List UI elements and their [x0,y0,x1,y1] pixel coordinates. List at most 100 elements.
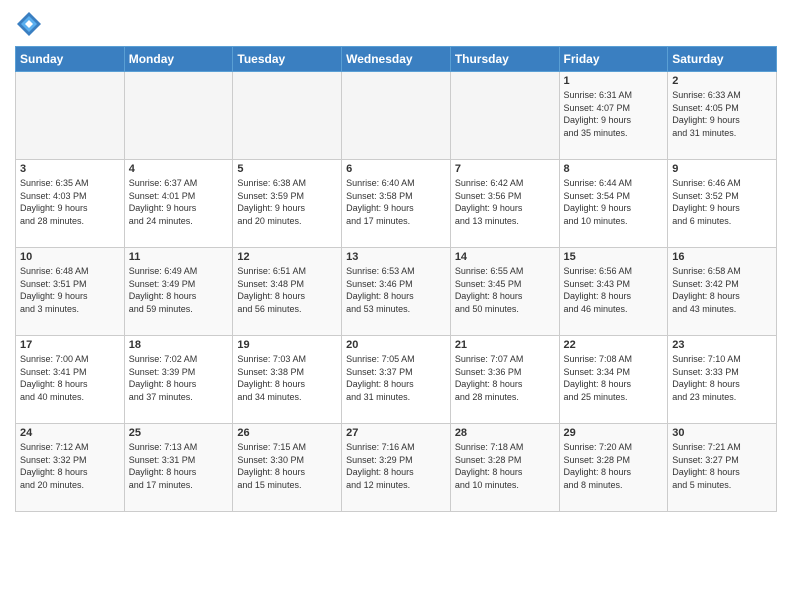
day-number: 28 [455,427,555,439]
calendar-cell: 1 Sunrise: 6:31 AM Sunset: 4:07 PM Daylig… [559,72,668,160]
calendar-cell: 3 Sunrise: 6:35 AM Sunset: 4:03 PM Daylig… [16,160,125,248]
calendar-cell: 11 Sunrise: 6:49 AM Sunset: 3:49 PM Dayli… [124,248,233,336]
calendar-week-5: 24 Sunrise: 7:12 AM Sunset: 3:32 PM Dayli… [16,424,777,512]
day-info: Sunrise: 7:00 AM Sunset: 3:41 PM Dayligh… [20,353,120,403]
calendar-week-2: 3 Sunrise: 6:35 AM Sunset: 4:03 PM Daylig… [16,160,777,248]
calendar-table: SundayMondayTuesdayWednesdayThursdayFrid… [15,46,777,512]
day-info: Sunrise: 6:40 AM Sunset: 3:58 PM Dayligh… [346,177,446,227]
day-info: Sunrise: 6:38 AM Sunset: 3:59 PM Dayligh… [237,177,337,227]
day-number: 22 [564,339,664,351]
day-number: 19 [237,339,337,351]
day-number: 16 [672,251,772,263]
calendar-cell: 4 Sunrise: 6:37 AM Sunset: 4:01 PM Daylig… [124,160,233,248]
day-number: 15 [564,251,664,263]
day-info: Sunrise: 7:10 AM Sunset: 3:33 PM Dayligh… [672,353,772,403]
calendar-cell: 25 Sunrise: 7:13 AM Sunset: 3:31 PM Dayli… [124,424,233,512]
day-number: 14 [455,251,555,263]
header [15,10,777,38]
calendar-cell [342,72,451,160]
day-number: 7 [455,163,555,175]
day-number: 29 [564,427,664,439]
calendar-cell: 24 Sunrise: 7:12 AM Sunset: 3:32 PM Dayli… [16,424,125,512]
day-info: Sunrise: 6:56 AM Sunset: 3:43 PM Dayligh… [564,265,664,315]
day-number: 4 [129,163,229,175]
day-info: Sunrise: 7:02 AM Sunset: 3:39 PM Dayligh… [129,353,229,403]
calendar-cell: 5 Sunrise: 6:38 AM Sunset: 3:59 PM Daylig… [233,160,342,248]
page: SundayMondayTuesdayWednesdayThursdayFrid… [0,0,792,612]
calendar-cell: 9Sunrise: 6:46 AM Sunset: 3:52 PM Daylig… [668,160,777,248]
day-number: 21 [455,339,555,351]
day-number: 27 [346,427,446,439]
day-info: Sunrise: 6:49 AM Sunset: 3:49 PM Dayligh… [129,265,229,315]
day-info: Sunrise: 6:46 AM Sunset: 3:52 PM Dayligh… [672,177,772,227]
day-info: Sunrise: 6:53 AM Sunset: 3:46 PM Dayligh… [346,265,446,315]
calendar-cell: 22 Sunrise: 7:08 AM Sunset: 3:34 PM Dayli… [559,336,668,424]
day-info: Sunrise: 7:03 AM Sunset: 3:38 PM Dayligh… [237,353,337,403]
day-number: 20 [346,339,446,351]
calendar-cell [124,72,233,160]
calendar-cell: 14 Sunrise: 6:55 AM Sunset: 3:45 PM Dayli… [450,248,559,336]
day-number: 2 [672,75,772,87]
day-number: 5 [237,163,337,175]
day-number: 8 [564,163,664,175]
calendar-cell: 17 Sunrise: 7:00 AM Sunset: 3:41 PM Dayli… [16,336,125,424]
calendar-week-4: 17 Sunrise: 7:00 AM Sunset: 3:41 PM Dayli… [16,336,777,424]
day-header-monday: Monday [124,47,233,72]
calendar-cell: 13 Sunrise: 6:53 AM Sunset: 3:46 PM Dayli… [342,248,451,336]
calendar-cell: 8 Sunrise: 6:44 AM Sunset: 3:54 PM Daylig… [559,160,668,248]
day-number: 11 [129,251,229,263]
calendar-cell: 6Sunrise: 6:40 AM Sunset: 3:58 PM Daylig… [342,160,451,248]
day-number: 17 [20,339,120,351]
day-header-saturday: Saturday [668,47,777,72]
calendar-cell: 28 Sunrise: 7:18 AM Sunset: 3:28 PM Dayli… [450,424,559,512]
calendar-cell: 23Sunrise: 7:10 AM Sunset: 3:33 PM Dayli… [668,336,777,424]
day-info: Sunrise: 7:08 AM Sunset: 3:34 PM Dayligh… [564,353,664,403]
calendar-cell: 16 Sunrise: 6:58 AM Sunset: 3:42 PM Dayli… [668,248,777,336]
day-header-wednesday: Wednesday [342,47,451,72]
day-number: 30 [672,427,772,439]
calendar-cell [16,72,125,160]
day-info: Sunrise: 7:18 AM Sunset: 3:28 PM Dayligh… [455,441,555,491]
day-header-thursday: Thursday [450,47,559,72]
day-info: Sunrise: 6:42 AM Sunset: 3:56 PM Dayligh… [455,177,555,227]
day-info: Sunrise: 7:21 AM Sunset: 3:27 PM Dayligh… [672,441,772,491]
day-number: 13 [346,251,446,263]
day-header-friday: Friday [559,47,668,72]
day-header-sunday: Sunday [16,47,125,72]
day-info: Sunrise: 6:51 AM Sunset: 3:48 PM Dayligh… [237,265,337,315]
calendar-cell: 2 Sunrise: 6:33 AM Sunset: 4:05 PM Daylig… [668,72,777,160]
day-number: 1 [564,75,664,87]
calendar-cell: 18 Sunrise: 7:02 AM Sunset: 3:39 PM Dayli… [124,336,233,424]
calendar-cell: 20 Sunrise: 7:05 AM Sunset: 3:37 PM Dayli… [342,336,451,424]
day-number: 24 [20,427,120,439]
calendar-header-row: SundayMondayTuesdayWednesdayThursdayFrid… [16,47,777,72]
day-header-tuesday: Tuesday [233,47,342,72]
calendar-cell: 15 Sunrise: 6:56 AM Sunset: 3:43 PM Dayli… [559,248,668,336]
day-number: 26 [237,427,337,439]
day-info: Sunrise: 6:31 AM Sunset: 4:07 PM Dayligh… [564,89,664,139]
day-info: Sunrise: 7:07 AM Sunset: 3:36 PM Dayligh… [455,353,555,403]
day-number: 25 [129,427,229,439]
day-info: Sunrise: 7:12 AM Sunset: 3:32 PM Dayligh… [20,441,120,491]
day-info: Sunrise: 6:35 AM Sunset: 4:03 PM Dayligh… [20,177,120,227]
day-info: Sunrise: 6:44 AM Sunset: 3:54 PM Dayligh… [564,177,664,227]
day-number: 12 [237,251,337,263]
day-number: 10 [20,251,120,263]
calendar-cell: 26 Sunrise: 7:15 AM Sunset: 3:30 PM Dayli… [233,424,342,512]
logo-icon [15,10,43,38]
logo [15,10,47,38]
calendar-cell: 19 Sunrise: 7:03 AM Sunset: 3:38 PM Dayli… [233,336,342,424]
day-info: Sunrise: 7:13 AM Sunset: 3:31 PM Dayligh… [129,441,229,491]
day-info: Sunrise: 7:15 AM Sunset: 3:30 PM Dayligh… [237,441,337,491]
calendar-cell: 30 Sunrise: 7:21 AM Sunset: 3:27 PM Dayli… [668,424,777,512]
day-number: 3 [20,163,120,175]
day-info: Sunrise: 6:37 AM Sunset: 4:01 PM Dayligh… [129,177,229,227]
day-info: Sunrise: 7:05 AM Sunset: 3:37 PM Dayligh… [346,353,446,403]
day-number: 18 [129,339,229,351]
calendar-cell: 27Sunrise: 7:16 AM Sunset: 3:29 PM Dayli… [342,424,451,512]
day-info: Sunrise: 6:33 AM Sunset: 4:05 PM Dayligh… [672,89,772,139]
day-info: Sunrise: 6:58 AM Sunset: 3:42 PM Dayligh… [672,265,772,315]
day-info: Sunrise: 6:55 AM Sunset: 3:45 PM Dayligh… [455,265,555,315]
calendar-cell [450,72,559,160]
calendar-cell [233,72,342,160]
